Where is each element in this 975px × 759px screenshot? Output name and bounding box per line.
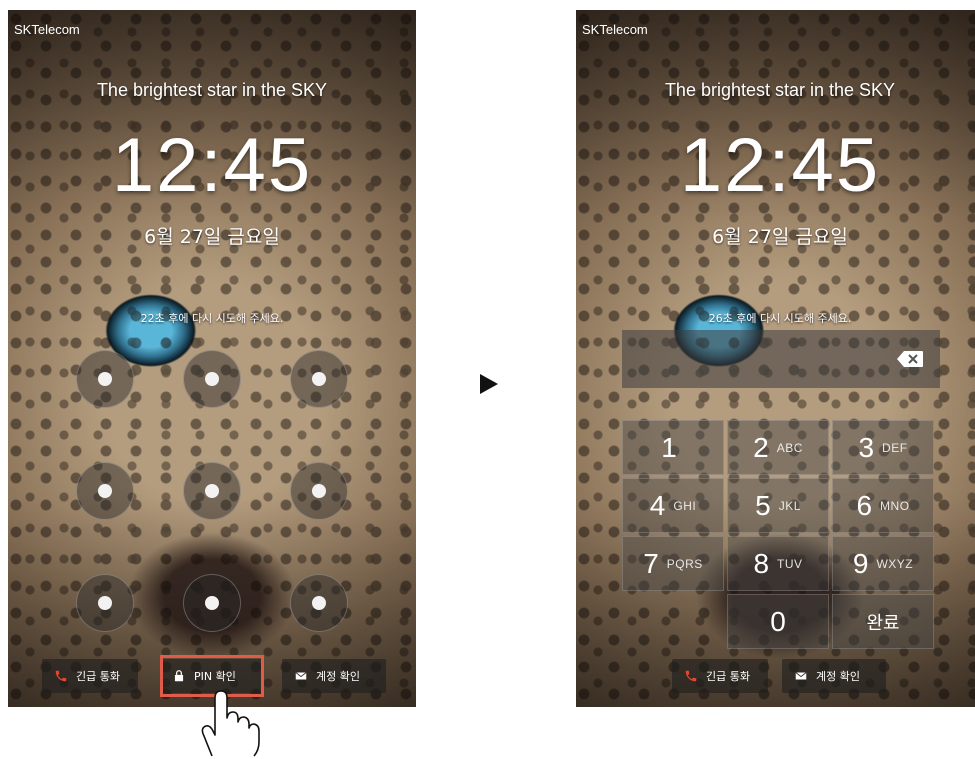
pin-entry-field[interactable] bbox=[622, 330, 940, 388]
clock-time: 12:45 bbox=[679, 123, 881, 208]
retry-message: 22초 후에 다시 시도해 주세요. bbox=[140, 312, 284, 325]
envelope-icon bbox=[295, 672, 307, 680]
key-9[interactable]: 9 WXYZ bbox=[832, 536, 934, 591]
phone-icon bbox=[55, 670, 67, 682]
key-0[interactable]: 0 bbox=[727, 594, 829, 649]
done-key[interactable]: 완료 bbox=[832, 594, 934, 649]
date-label: 6월 27일 금요일 bbox=[144, 226, 280, 248]
hand-pointer-icon bbox=[201, 690, 260, 757]
pin-keypad: 1 2 ABC 3 DEF 4 GHI 5 JKL 6 MNO 7 PQRS 8 TUV 9W… bbox=[622, 330, 940, 660]
retry-message: 26초 후에 다시 시도해 주세요. bbox=[708, 312, 852, 325]
key-6[interactable]: 6 MNO bbox=[832, 478, 934, 533]
pattern-dot[interactable] bbox=[76, 350, 134, 408]
key-1[interactable]: 1 bbox=[622, 420, 724, 475]
pattern-dot[interactable] bbox=[183, 350, 241, 408]
clock-time: 12:45 bbox=[111, 123, 313, 208]
key-5[interactable]: 5 JKL bbox=[727, 478, 829, 533]
key-7[interactable]: 7 PQRS bbox=[622, 536, 724, 591]
pattern-dot[interactable] bbox=[290, 462, 348, 520]
lockscreen-pin: SKTelecom The brightest star in the SKY … bbox=[576, 10, 975, 707]
carrier-label: SKTelecom bbox=[14, 22, 80, 37]
account-check-button[interactable]: 계정 확인 bbox=[782, 659, 886, 693]
emergency-call-label: 긴급 통화 bbox=[706, 670, 750, 683]
pattern-dot[interactable] bbox=[76, 574, 134, 632]
backspace-icon[interactable] bbox=[896, 350, 924, 368]
key-2[interactable]: 2 ABC bbox=[727, 420, 829, 475]
account-check-button[interactable]: 계정 확인 bbox=[282, 659, 386, 693]
pattern-dot[interactable] bbox=[290, 350, 348, 408]
date-label: 6월 27일 금요일 bbox=[712, 226, 848, 248]
envelope-icon bbox=[795, 672, 807, 680]
key-8[interactable]: 8 TUV bbox=[727, 536, 829, 591]
emergency-call-button[interactable]: 긴급 통화 bbox=[672, 659, 768, 693]
lockscreen-pattern: SKTelecom The brightest star in the SKY … bbox=[8, 10, 416, 707]
account-check-label: 계정 확인 bbox=[316, 670, 360, 683]
play-arrow-icon bbox=[480, 374, 498, 394]
key-3[interactable]: 3 DEF bbox=[832, 420, 934, 475]
key-4[interactable]: 4 GHI bbox=[622, 478, 724, 533]
account-check-label: 계정 확인 bbox=[816, 670, 860, 683]
emergency-call-button[interactable]: 긴급 통화 bbox=[42, 659, 138, 693]
lockscreen-bottom-bar: 긴급 통화 계정 확인 bbox=[576, 653, 975, 697]
carrier-label: SKTelecom bbox=[582, 22, 648, 37]
pattern-grid[interactable] bbox=[76, 350, 356, 650]
pattern-dot[interactable] bbox=[76, 462, 134, 520]
owner-info-text: The brightest star in the SKY bbox=[664, 80, 896, 100]
pattern-dot[interactable] bbox=[183, 574, 241, 632]
pattern-dot[interactable] bbox=[183, 462, 241, 520]
owner-info-text: The brightest star in the SKY bbox=[96, 80, 328, 100]
pattern-dot[interactable] bbox=[290, 574, 348, 632]
emergency-call-label: 긴급 통화 bbox=[76, 670, 120, 683]
phone-icon bbox=[685, 670, 697, 682]
